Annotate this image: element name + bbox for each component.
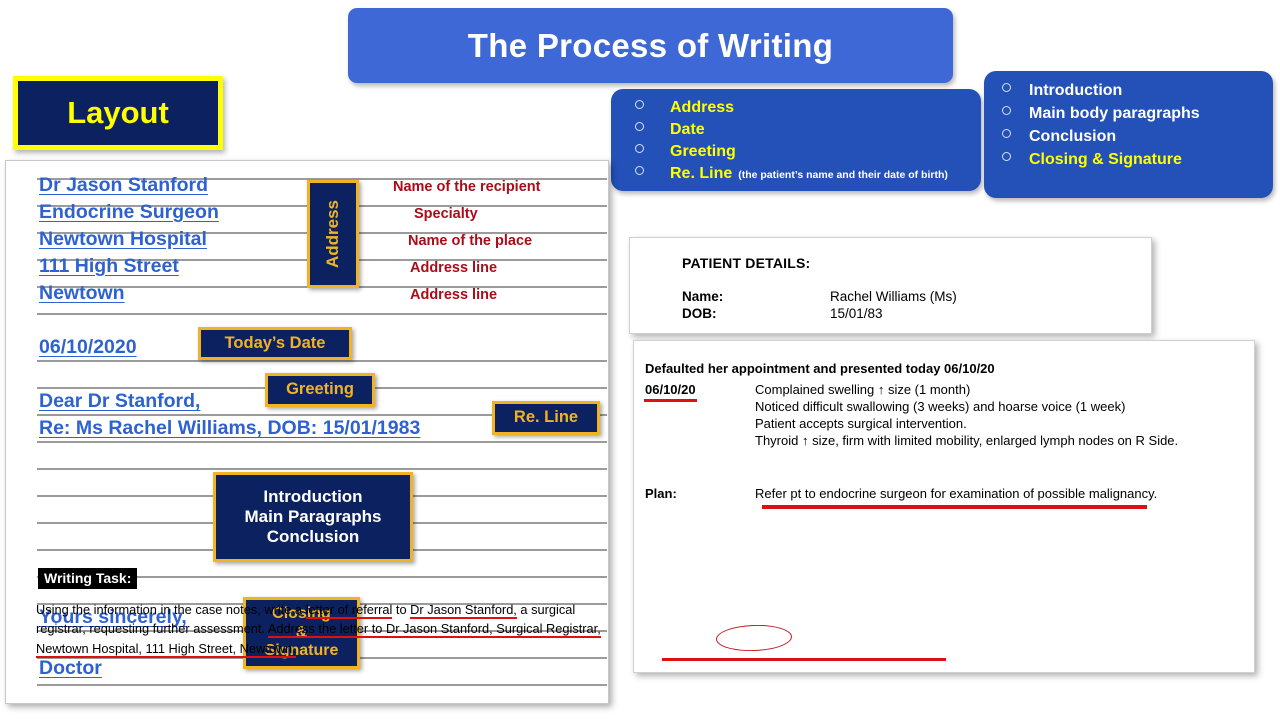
letter-line-town: Newtown [39, 282, 125, 304]
red-note-specialty: Specialty [414, 206, 478, 222]
list-item-label: Introduction [1029, 82, 1123, 99]
callout-greeting-label: Greeting [286, 380, 354, 399]
callout-re-line: Re. Line [492, 401, 600, 435]
callout-date-label: Today’s Date [224, 333, 326, 352]
letter-line-date: 06/10/2020 [39, 336, 137, 358]
task-text-requesting: requesting [89, 621, 150, 637]
list-item: Address [635, 100, 981, 116]
case-note-entry: Noticed difficult swallowing (3 weeks) a… [755, 399, 1126, 414]
red-note-recipient: Name of the recipient [393, 179, 541, 195]
case-notes-headline: Defaulted her appointment and presented … [645, 361, 995, 376]
list-item-label: Conclusion [1029, 128, 1117, 145]
writing-task-title: Writing Task: [38, 568, 138, 589]
list-item: Conclusion [1002, 129, 1273, 145]
case-notes-date: 06/10/20 [645, 382, 696, 397]
case-note-entry: Complained swelling ↑ size (1 month) [755, 382, 971, 397]
callout-address-label: Address [322, 199, 342, 269]
paper-rule [37, 468, 607, 470]
patient-dob-row: DOB: 15/01/83 [682, 306, 1102, 324]
task-text-referral: letter of referral [305, 602, 393, 619]
letter-line-street: 111 High Street [39, 255, 179, 277]
letter-line-specialty: Endocrine Surgeon [39, 201, 219, 223]
case-notes-panel: Defaulted her appointment and presented … [633, 340, 1255, 673]
task-text-doctor: Dr Jason Stanford, [410, 602, 517, 619]
callout-todays-date: Today’s Date [198, 327, 352, 360]
red-underline-plan [762, 505, 1147, 509]
red-note-place: Name of the place [408, 233, 533, 249]
letter-line-signature: Doctor [39, 657, 102, 679]
callout-body-structure: Introduction Main Paragraphs Conclusion [213, 472, 413, 562]
circle-bullet-icon [635, 166, 644, 175]
list-item: Re. Line (the patient’s name and their d… [635, 166, 981, 182]
red-note-address-2: Address line [410, 287, 498, 303]
list-item: Greeting [635, 144, 981, 160]
circle-bullet-icon [1002, 106, 1011, 115]
task-text-intro: Using the information in the case notes,… [36, 602, 306, 617]
callout-body-line-3: Conclusion [266, 527, 360, 547]
patient-name-value: Rachel Williams (Ms) [830, 289, 957, 304]
list-item: Closing & Signature [1002, 152, 1273, 168]
red-underline-task-last-line [662, 658, 946, 661]
case-note-entry: Patient accepts surgical intervention. [755, 416, 967, 431]
letter-line-recipient: Dr Jason Stanford [39, 174, 209, 196]
list-item-label: Main body paragraphs [1029, 105, 1200, 122]
slide-title-banner: The Process of Writing [348, 8, 953, 83]
callout-reline-label: Re. Line [513, 408, 579, 427]
circle-bullet-icon [1002, 83, 1011, 92]
callout-body-line-1: Introduction [263, 486, 363, 506]
patient-dob-value: 15/01/83 [830, 306, 883, 321]
letter-line-greeting: Dear Dr Stanford, [39, 390, 201, 412]
paper-rule [37, 313, 607, 315]
list-item: Main body paragraphs [1002, 106, 1273, 122]
case-note-entry: Thyroid ↑ size, firm with limited mobili… [755, 433, 1179, 448]
circle-bullet-icon [635, 144, 644, 153]
patient-details-panel: PATIENT DETAILS: Name: Rachel Williams (… [629, 237, 1152, 334]
patient-name-row: Name: Rachel Williams (Ms) [682, 289, 1102, 307]
case-notes-plan-value: Refer pt to endocrine surgeon for examin… [755, 486, 1158, 501]
task-text-assessment: further assessment. [149, 621, 268, 637]
paper-rule [37, 441, 607, 443]
circle-bullet-icon [635, 100, 644, 109]
circle-bullet-icon [1002, 129, 1011, 138]
list-item-label: Closing & Signature [1029, 151, 1182, 168]
circle-bullet-icon [635, 122, 644, 131]
patient-details-heading: PATIENT DETAILS: [682, 255, 811, 271]
list-item-label: Address [670, 99, 735, 116]
list-item: Introduction [1002, 83, 1273, 99]
task-text-to: to [392, 602, 411, 617]
paper-rule [37, 360, 607, 362]
patient-dob-key: DOB: [682, 306, 717, 321]
layout-badge-label: Layout [67, 95, 169, 130]
case-notes-plan-key: Plan: [645, 486, 677, 501]
list-item: Date [635, 122, 981, 138]
circle-bullet-icon [1002, 152, 1011, 161]
callout-greeting: Greeting [265, 373, 375, 407]
list-item-label: Re. Line [670, 165, 733, 182]
paper-rule [37, 684, 607, 686]
layout-section-badge: Layout [13, 76, 223, 150]
callout-body-line-2: Main Paragraphs [244, 506, 382, 526]
list-item-label: Date [670, 121, 705, 138]
patient-name-key: Name: [682, 289, 724, 304]
letter-line-place: Newtown Hospital [39, 228, 207, 250]
letter-line-reline: Re: Ms Rachel Williams, DOB: 15/01/1983 [39, 417, 421, 439]
page-title: The Process of Writing [467, 26, 834, 64]
red-underline-date [644, 399, 697, 402]
letter-parts-list-right: Introduction Main body paragraphs Conclu… [984, 71, 1273, 198]
callout-address: Address [307, 180, 359, 288]
letter-parts-list-left: Address Date Greeting Re. Line (the pati… [611, 89, 981, 191]
writing-task-body: Using the information in the case notes,… [36, 600, 608, 658]
list-item-note: (the patient’s name and their date of bi… [738, 169, 948, 181]
list-item-label: Greeting [670, 143, 736, 160]
red-note-address-1: Address line [410, 260, 498, 276]
